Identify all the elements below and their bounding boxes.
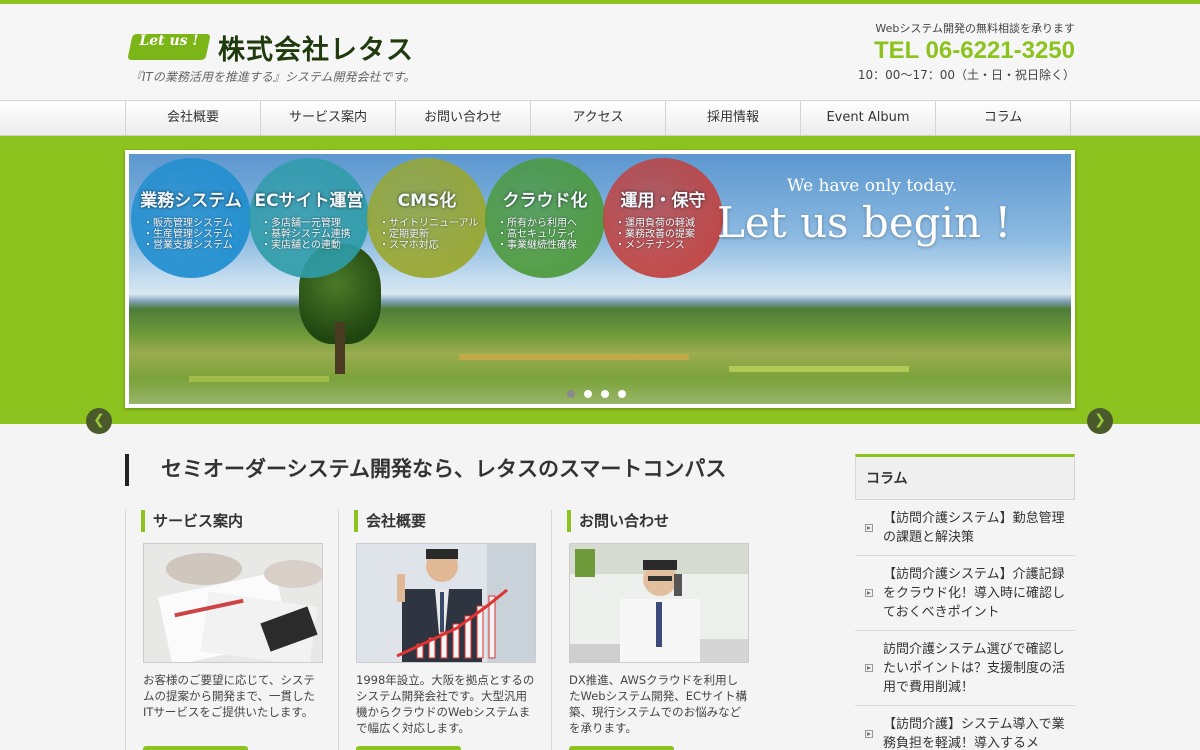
arrow-bullet-icon bbox=[865, 523, 873, 532]
company-name: 株式会社レタス bbox=[218, 35, 414, 66]
column-list: 【訪問介護システム】勤怠管理の課題と解決策【訪問介護システム】介護記録をクラウド… bbox=[855, 500, 1075, 750]
card-title: サービス案内 bbox=[141, 510, 243, 532]
slider-dots bbox=[567, 390, 626, 398]
chevron-left-icon: ❮ bbox=[93, 412, 105, 428]
logo-badge-text: Let us ! bbox=[139, 33, 199, 49]
service-circle-item: ・サイトリニューアル bbox=[379, 218, 479, 229]
phone-number[interactable]: TEL 06-6221-3250 bbox=[858, 36, 1075, 66]
slogan-big: Let us begin ! bbox=[717, 198, 1012, 247]
card-title: 会社概要 bbox=[354, 510, 426, 532]
card-text: 1998年設立。大阪を拠点とするのシステム開発会社です。大型汎用機からクラウドの… bbox=[356, 673, 535, 735]
service-circle[interactable]: 運用・保守・運用負荷の軽減 ・業務改善の提案 ・メンテナンス bbox=[603, 158, 723, 278]
field-stripe bbox=[189, 376, 329, 382]
service-circle-items: ・サイトリニューアル ・定期更新 ・スマホ対応 bbox=[379, 218, 479, 251]
card-title: お問い合わせ bbox=[567, 510, 669, 532]
service-circle-item: ・事業継続性確保 bbox=[497, 240, 577, 251]
service-circle-item: ・多店舗一元管理 bbox=[261, 218, 341, 229]
contact-note: Webシステム開発の無料相談を承ります bbox=[875, 22, 1075, 35]
service-circle-item: ・生産管理システム bbox=[143, 229, 233, 240]
card-more-button[interactable] bbox=[356, 746, 461, 750]
card-text: お客様のご要望に応じて、システムの提案から開発まで、一貫したITサービスをご提供… bbox=[143, 673, 316, 719]
nav-item[interactable]: サービス案内 bbox=[261, 101, 396, 135]
card-service: サービス案内 お客様のご要望に応じて、システムの提案から開発まで、一貫したITサ… bbox=[125, 510, 327, 750]
field-stripe bbox=[729, 366, 909, 372]
card-contact: お問い合わせ DX推進、AWSクラウドを利用したWebシステム開発、ECサイト構… bbox=[551, 510, 753, 750]
service-circle-title: CMS化 bbox=[397, 191, 457, 211]
service-circle-items: ・多店舗一元管理 ・基幹システム連携 ・実店舗との連動 bbox=[261, 218, 351, 251]
nav-item[interactable]: Event Album bbox=[801, 101, 936, 135]
service-circle-item: ・運用負荷の軽減 bbox=[615, 218, 695, 229]
service-circle-item: ・実店舗との連動 bbox=[261, 240, 341, 251]
nav-item[interactable]: コラム bbox=[936, 101, 1071, 135]
main-navigation: 会社概要 サービス案内 お問い合わせ アクセス 採用情報 Event Album コラム bbox=[0, 100, 1200, 136]
column-link-text: 【訪問介護システム】介護記録をクラウド化！導入時に確認しておくべきポイント bbox=[883, 567, 1066, 620]
column-link-text: 訪問介護システム選びで確認したいポイントは？支援制度の活用で費用削減！ bbox=[883, 642, 1066, 695]
service-circle-item: ・メンテナンス bbox=[615, 240, 685, 251]
company-tagline: 『ITの業務活用を推進する』システム開発会社です。 bbox=[130, 70, 416, 84]
sidebar-title: コラム bbox=[855, 454, 1075, 500]
main-heading: セミオーダーシステム開発なら、レタスのスマートコンパス bbox=[125, 454, 726, 486]
column-link[interactable]: 【訪問介護】システム導入で業務負担を軽減！導入するメ bbox=[855, 706, 1075, 750]
service-circle-item: ・高セキュリティ bbox=[497, 229, 577, 240]
field-stripe bbox=[459, 354, 689, 360]
nav-item[interactable]: 採用情報 bbox=[666, 101, 801, 135]
card-image-documents[interactable] bbox=[143, 543, 323, 663]
service-circle-items: ・販売管理システム ・生産管理システム ・営業支援システム bbox=[143, 218, 233, 251]
card-more-button[interactable] bbox=[143, 746, 248, 750]
service-circle-items: ・所有から利用へ ・高セキュリティ ・事業継続性確保 bbox=[497, 218, 577, 251]
arrow-bullet-icon bbox=[865, 664, 873, 672]
card-image-businessman[interactable] bbox=[356, 543, 536, 663]
slider-next-button[interactable]: ❯ bbox=[1087, 408, 1113, 434]
card-text: DX推進、AWSクラウドを利用したWebシステム開発、ECサイト構築、現行システ… bbox=[569, 673, 748, 735]
card-more-button[interactable] bbox=[569, 746, 674, 750]
service-circle[interactable]: 業務システム・販売管理システム ・生産管理システム ・営業支援システム bbox=[131, 158, 251, 278]
service-circle-item: ・業務改善の提案 bbox=[615, 229, 695, 240]
service-circle-item: ・スマホ対応 bbox=[379, 240, 439, 251]
service-circle-title: 業務システム bbox=[140, 191, 242, 211]
slogan-small: We have only today. bbox=[787, 176, 958, 196]
business-hours: 10：00～17：00（土・日・祝日除く） bbox=[857, 68, 1075, 82]
service-circle-title: クラウド化 bbox=[502, 191, 588, 211]
column-link[interactable]: 【訪問介護システム】勤怠管理の課題と解決策 bbox=[855, 500, 1075, 556]
column-link[interactable]: 訪問介護システム選びで確認したいポイントは？支援制度の活用で費用削減！ bbox=[855, 631, 1075, 706]
service-circle-item: ・営業支援システム bbox=[143, 240, 233, 251]
arrow-bullet-icon bbox=[865, 589, 873, 597]
service-circle-title: 運用・保守 bbox=[620, 191, 706, 211]
site-header: Let us ! 株式会社レタス 『ITの業務活用を推進する』システム開発会社で… bbox=[0, 4, 1200, 100]
slider-dot[interactable] bbox=[567, 390, 575, 398]
service-circle[interactable]: ECサイト運営・多店舗一元管理 ・基幹システム連携 ・実店舗との連動 bbox=[249, 158, 369, 278]
service-circle-item: ・所有から利用へ bbox=[497, 218, 577, 229]
service-circle[interactable]: クラウド化・所有から利用へ ・高セキュリティ ・事業継続性確保 bbox=[485, 158, 605, 278]
slider-dot[interactable] bbox=[601, 390, 609, 398]
contact-info: Webシステム開発の無料相談を承ります TEL 06-6221-3250 10：… bbox=[858, 20, 1075, 83]
slider-dot[interactable] bbox=[584, 390, 592, 398]
tree-trunk bbox=[335, 322, 345, 374]
slider-prev-button[interactable]: ❮ bbox=[86, 408, 112, 434]
sidebar-column: コラム 【訪問介護システム】勤怠管理の課題と解決策【訪問介護システム】介護記録を… bbox=[855, 454, 1075, 750]
service-circle[interactable]: CMS化・サイトリニューアル ・定期更新 ・スマホ対応 bbox=[367, 158, 487, 278]
arrow-bullet-icon bbox=[865, 729, 873, 738]
service-circle-item: ・販売管理システム bbox=[143, 218, 233, 229]
slider-dot[interactable] bbox=[618, 390, 626, 398]
card-company: 会社概要 1998年設立。大阪を拠点とするのシステム開発会社です。大型汎用機から… bbox=[338, 510, 540, 750]
column-link-text: 【訪問介護システム】勤怠管理の課題と解決策 bbox=[883, 511, 1065, 545]
service-circle-items: ・運用負荷の軽減 ・業務改善の提案 ・メンテナンス bbox=[615, 218, 695, 251]
hero-slide[interactable]: 業務システム ・販売管理システム ・生産管理システム ・営業支援システム ECサイト運営… bbox=[125, 150, 1075, 408]
column-link[interactable]: 【訪問介護システム】介護記録をクラウド化！導入時に確認しておくべきポイント bbox=[855, 556, 1075, 631]
nav-item[interactable]: アクセス bbox=[531, 101, 666, 135]
service-circle-title: ECサイト運営 bbox=[254, 191, 364, 211]
nav-item[interactable]: 会社概要 bbox=[126, 101, 261, 135]
hero-banner: 業務システム ・販売管理システム ・生産管理システム ・営業支援システム ECサイト運営… bbox=[0, 136, 1200, 434]
nav-item[interactable]: お問い合わせ bbox=[396, 101, 531, 135]
service-circle-item: ・定期更新 bbox=[379, 229, 429, 240]
card-image-operator[interactable] bbox=[569, 543, 749, 663]
nav-menu: 会社概要 サービス案内 お問い合わせ アクセス 採用情報 Event Album コラム bbox=[125, 101, 1071, 135]
column-link-text: 【訪問介護】システム導入で業務負担を軽減！導入するメ bbox=[883, 717, 1065, 750]
chevron-right-icon: ❯ bbox=[1094, 412, 1106, 428]
service-circle-item: ・基幹システム連携 bbox=[261, 229, 351, 240]
